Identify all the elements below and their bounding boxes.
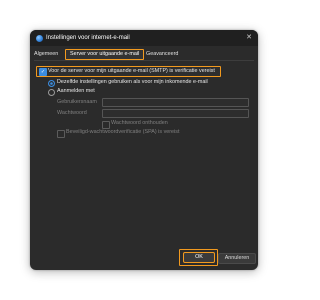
remember-password-checkbox[interactable]: [102, 121, 110, 129]
username-label: Gebruikersnaam: [57, 99, 97, 105]
smtp-auth-checkbox[interactable]: ✓: [39, 68, 47, 76]
password-label: Wachtwoord: [57, 110, 87, 116]
title-bar[interactable]: Instellingen voor internet-e-mail ✕: [30, 30, 258, 46]
password-field[interactable]: [102, 109, 249, 118]
spa-checkbox[interactable]: [57, 130, 65, 138]
tab-advanced[interactable]: Geavanceerd: [146, 50, 178, 59]
dialog-title: Instellingen voor internet-e-mail: [46, 35, 130, 41]
username-field[interactable]: [102, 98, 249, 107]
smtp-auth-label: Voor de server voor mijn uitgaande e-mai…: [48, 68, 215, 74]
internet-email-settings-dialog: Instellingen voor internet-e-mail ✕ Alge…: [30, 30, 258, 270]
tab-general[interactable]: Algemeen: [34, 50, 58, 59]
ok-button[interactable]: OK: [183, 252, 215, 263]
same-settings-radio[interactable]: [48, 80, 55, 87]
outlook-globe-icon: [36, 35, 43, 42]
tab-strip: Algemeen Server voor uitgaande e-mail Ge…: [34, 49, 254, 60]
login-with-label: Aanmelden met: [57, 88, 95, 94]
close-icon[interactable]: ✕: [243, 32, 255, 44]
remember-password-label: Wachtwoord onthouden: [111, 120, 168, 126]
same-settings-label: Dezelfde instellingen gebruiken als voor…: [57, 79, 208, 85]
tab-outgoing-server[interactable]: Server voor uitgaande e-mail: [65, 49, 145, 60]
login-with-radio[interactable]: [48, 89, 55, 96]
spa-label: Beveiligd-wachtwoordverificatie (SPA) is…: [66, 129, 180, 135]
cancel-button[interactable]: Annuleren: [218, 253, 256, 264]
